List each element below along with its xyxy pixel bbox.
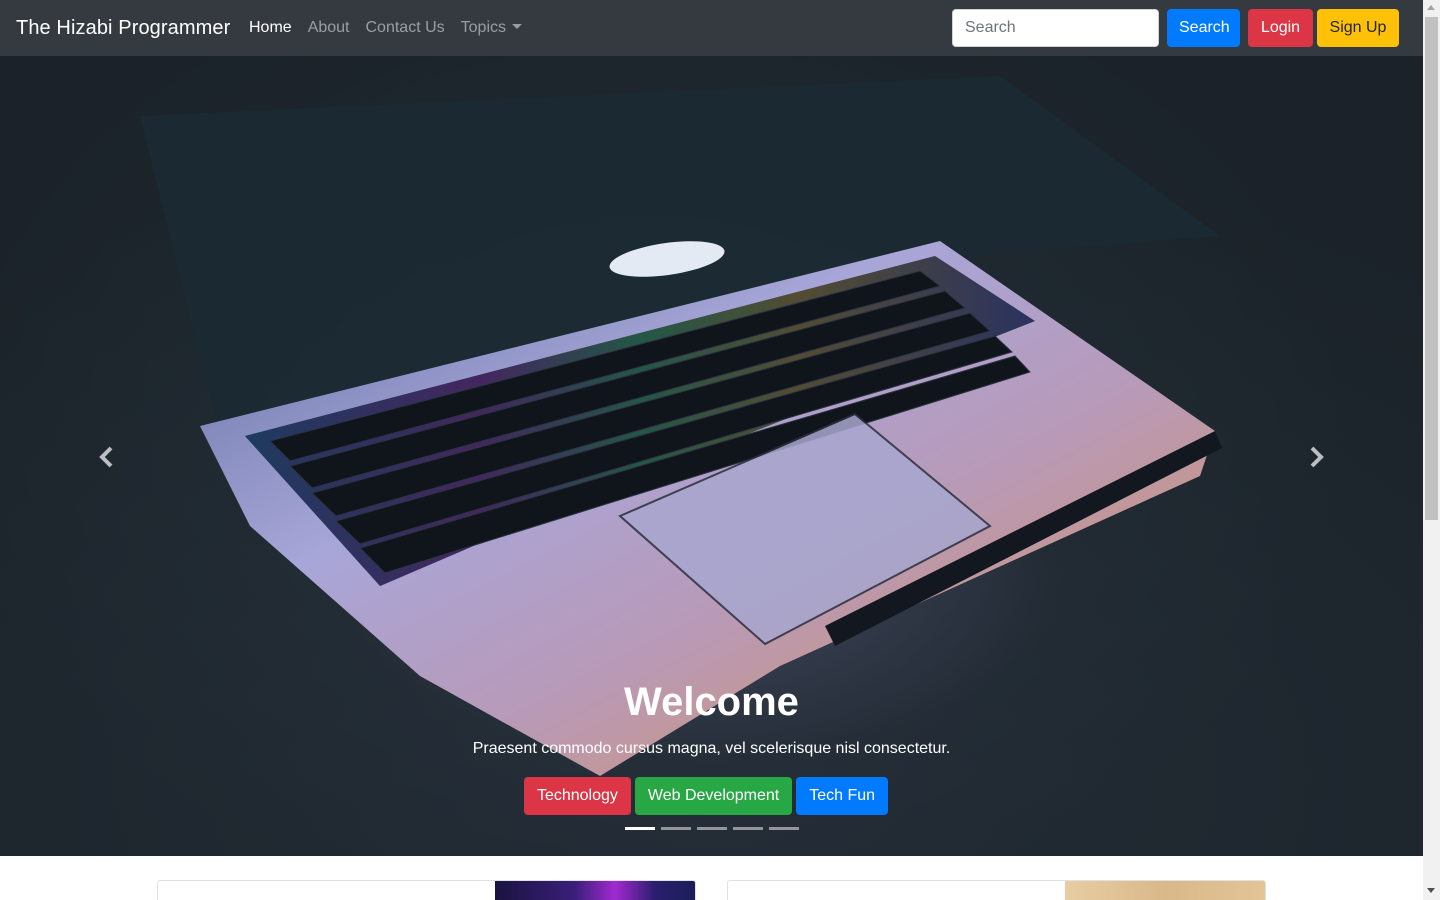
carousel-caption: Welcome Praesent commodo cursus magna, v… [0,676,1423,815]
search-input[interactable] [952,9,1159,47]
post-card [157,880,696,900]
caption-text: Praesent commodo cursus magna, vel scele… [472,740,951,757]
tech-fun-button[interactable]: Tech Fun [796,777,889,815]
post-card [727,880,1266,900]
card-image [1065,881,1265,900]
topics-label: Topics [460,19,506,36]
nav-link-contact[interactable]: Contact Us [366,17,445,39]
scroll-up-arrow-icon[interactable] [1427,5,1435,10]
page-scrollbar[interactable] [1423,0,1440,900]
nav-link-about[interactable]: About [308,17,350,39]
carousel-indicator-5[interactable] [769,827,799,830]
hero-carousel: Welcome Praesent commodo cursus magna, v… [0,56,1423,856]
login-button[interactable]: Login [1248,9,1313,47]
carousel-indicator-1[interactable] [625,827,655,830]
navbar: The Hizabi Programmer Home About Contact… [0,0,1423,56]
nav-link-home[interactable]: Home [249,17,292,39]
card-image [495,881,695,900]
chevron-right-icon[interactable] [1301,442,1331,472]
technology-button[interactable]: Technology [523,777,631,815]
caret-down-icon [512,24,522,29]
caption-buttons: Technology Web Development Tech Fun [0,777,1423,815]
caption-title: Welcome [624,680,799,724]
search-button[interactable]: Search [1167,9,1240,47]
web-development-button[interactable]: Web Development [634,777,793,815]
nav-links: Home About Contact Us Topics [249,17,538,39]
carousel-indicator-3[interactable] [697,827,727,830]
signup-button[interactable]: Sign Up [1317,9,1399,47]
scroll-down-arrow-icon[interactable] [1427,888,1435,893]
page: The Hizabi Programmer Home About Contact… [0,0,1423,900]
nav-link-topics[interactable]: Topics [461,17,522,39]
carousel-indicator-2[interactable] [661,827,691,830]
chevron-left-icon[interactable] [92,442,122,472]
carousel-indicator-4[interactable] [733,827,763,830]
brand-logo[interactable]: The Hizabi Programmer [16,15,230,41]
scrollbar-thumb[interactable] [1425,17,1438,520]
carousel-indicators [625,827,799,830]
